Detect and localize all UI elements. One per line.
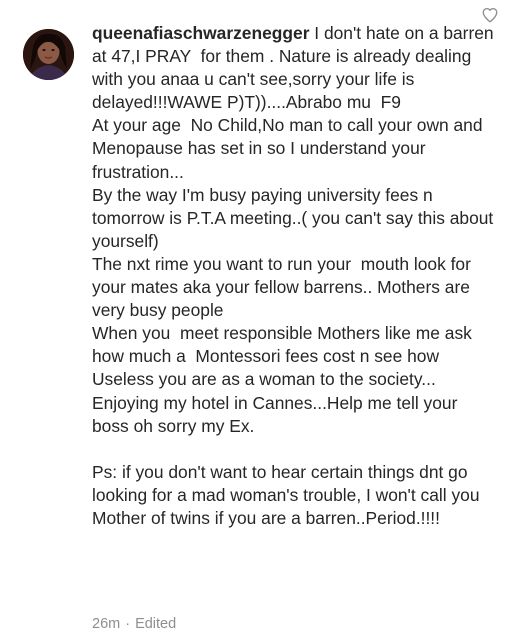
comment-text: queenafiaschwarzenegger I don't hate on … [92, 22, 496, 530]
comment-body: I don't hate on a barren at 47,I PRAY fo… [92, 23, 494, 528]
comment-meta: 26m · Edited [92, 616, 181, 632]
heart-icon[interactable] [481, 6, 499, 24]
comment: queenafiaschwarzenegger I don't hate on … [0, 0, 508, 640]
meta-separator: · [125, 616, 131, 632]
edited-label: Edited [135, 616, 177, 632]
avatar-image [23, 29, 74, 80]
avatar[interactable] [23, 29, 74, 80]
comment-username[interactable]: queenafiaschwarzenegger [92, 23, 309, 43]
comment-time: 26m [92, 616, 121, 632]
